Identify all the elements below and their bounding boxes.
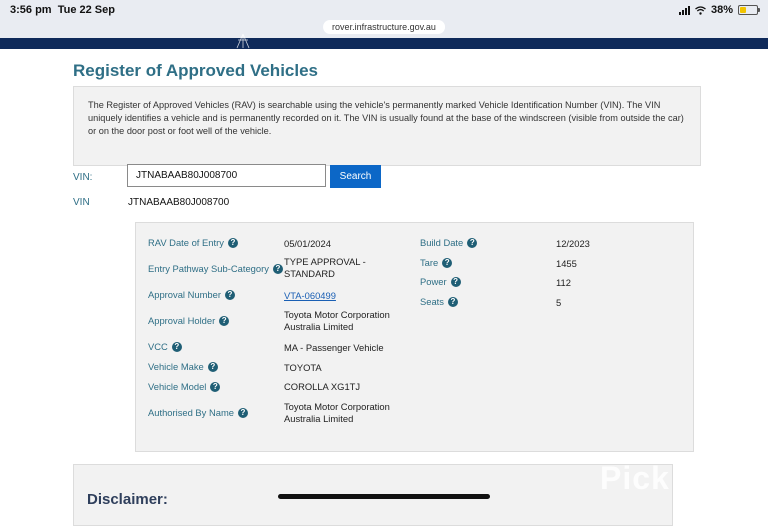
entry-pathway-value: TYPE APPROVAL - STANDARD — [284, 256, 366, 279]
rav-date-label-text: RAV Date of Entry — [148, 237, 224, 248]
vehicle-details-panel: RAV Date of Entry ? 05/01/2024 Entry Pat… — [135, 222, 694, 452]
home-indicator[interactable] — [278, 494, 490, 499]
approval-number-link[interactable]: VTA-060499 — [284, 290, 336, 302]
entry-pathway-label-text: Entry Pathway Sub-Category — [148, 263, 269, 274]
vin-search-input[interactable] — [127, 164, 326, 187]
build-date-label: Build Date ? — [420, 237, 478, 248]
seats-label-text: Seats — [420, 296, 444, 307]
status-bar: 3:56 pm Tue 22 Sep 38% rover.infrastruct… — [0, 0, 768, 38]
vcc-label: VCC ? — [148, 341, 182, 352]
vcc-value: MA - Passenger Vehicle — [284, 342, 384, 353]
cellular-signal-icon — [678, 5, 690, 15]
help-icon[interactable]: ? — [467, 237, 478, 248]
rav-date-label: RAV Date of Entry ? — [148, 237, 238, 248]
vehicle-model-value: COROLLA XG1TJ — [284, 381, 361, 392]
watermark-logo: Pick — [600, 460, 670, 496]
vcc-label-text: VCC — [148, 341, 168, 352]
vehicle-make-value: TOYOTA — [284, 362, 322, 373]
seats-label: Seats ? — [420, 296, 458, 307]
approval-holder-label: Approval Holder ? — [148, 315, 230, 326]
help-icon[interactable]: ? — [224, 289, 235, 300]
help-icon[interactable]: ? — [219, 315, 230, 326]
status-time: 3:56 pm Tue 22 Sep — [10, 4, 115, 16]
help-icon[interactable]: ? — [210, 381, 221, 392]
entry-pathway-label: Entry Pathway Sub-Category ? — [148, 263, 283, 274]
power-value: 112 — [556, 277, 571, 288]
vehicle-model-label-text: Vehicle Model — [148, 381, 207, 392]
header-graphic — [236, 33, 250, 49]
intro-panel: The Register of Approved Vehicles (RAV) … — [73, 86, 701, 166]
tare-label: Tare ? — [420, 257, 453, 268]
help-icon[interactable]: ? — [442, 257, 453, 268]
battery-icon — [738, 5, 760, 15]
approval-number-label: Approval Number ? — [148, 289, 235, 300]
help-icon[interactable]: ? — [207, 361, 218, 372]
authorised-by-label-text: Authorised By Name — [148, 407, 234, 418]
help-icon[interactable]: ? — [227, 237, 238, 248]
authorised-by-label: Authorised By Name ? — [148, 407, 248, 418]
time-text: 3:56 pm — [10, 4, 52, 16]
build-date-value: 12/2023 — [556, 238, 590, 249]
vin-search-label: VIN: — [73, 172, 93, 183]
approval-number-label-text: Approval Number — [148, 289, 221, 300]
vehicle-model-label: Vehicle Model ? — [148, 381, 221, 392]
approval-holder-label-text: Approval Holder — [148, 315, 216, 326]
vehicle-make-label-text: Vehicle Make — [148, 361, 204, 372]
rav-date-value: 05/01/2024 — [284, 238, 331, 249]
approval-holder-value: Toyota Motor Corporation Australia Limit… — [284, 309, 390, 332]
power-label: Power ? — [420, 276, 461, 287]
tare-label-text: Tare — [420, 257, 439, 268]
disclaimer-title: Disclaimer: — [87, 491, 168, 508]
battery-percent: 38% — [710, 4, 733, 16]
url-text: rover.infrastructure.gov.au — [332, 22, 436, 32]
address-bar[interactable]: rover.infrastructure.gov.au — [323, 20, 445, 34]
seats-value: 5 — [556, 297, 562, 308]
help-icon[interactable]: ? — [447, 296, 458, 307]
vin-result-label: VIN — [73, 197, 90, 208]
wifi-icon — [695, 5, 706, 15]
vin-result-value: JTNABAAB80J008700 — [128, 197, 230, 208]
intro-text: The Register of Approved Vehicles (RAV) … — [88, 100, 684, 136]
power-label-text: Power — [420, 276, 447, 287]
authorised-by-value: Toyota Motor Corporation Australia Limit… — [284, 401, 390, 424]
vehicle-make-label: Vehicle Make ? — [148, 361, 218, 372]
page-title: Register of Approved Vehicles — [73, 61, 318, 80]
help-icon[interactable]: ? — [450, 276, 461, 287]
build-date-label-text: Build Date — [420, 237, 464, 248]
help-icon[interactable]: ? — [237, 407, 248, 418]
help-icon[interactable]: ? — [171, 341, 182, 352]
tare-value: 1455 — [556, 258, 577, 269]
date-text: Tue 22 Sep — [57, 4, 115, 16]
status-indicators: 38% — [678, 4, 760, 16]
search-button[interactable]: Search — [330, 165, 381, 188]
site-header-band — [0, 33, 768, 49]
help-icon[interactable]: ? — [272, 263, 283, 274]
